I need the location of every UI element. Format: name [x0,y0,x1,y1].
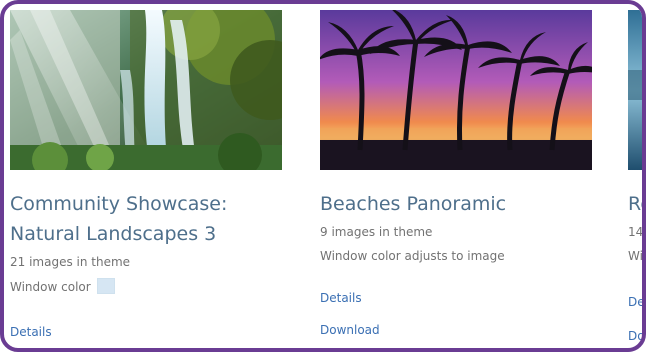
theme-image-count: 14 i [628,225,644,239]
beach-sunset-image [320,10,592,170]
lake-image [628,10,642,170]
theme-image-count: 21 images in theme [10,255,131,269]
theme-card-partial[interactable]: Re 14 i Wi Det Do [624,4,644,348]
waterfall-image [10,10,282,170]
theme-window-color: Window color [10,278,115,295]
details-link[interactable]: Det [628,294,642,310]
details-link[interactable]: Details [320,290,362,306]
download-link[interactable]: Do [628,328,642,344]
theme-title: Beaches Panoramic [320,193,507,215]
theme-window-color: Wi [628,249,643,263]
theme-thumbnail-waterfall[interactable] [10,10,282,170]
window-color-swatch [96,278,115,294]
theme-card-natural-landscapes[interactable]: Community Showcase: Natural Landscapes 3… [4,4,304,348]
themes-panel: Community Showcase: Natural Landscapes 3… [0,0,646,352]
theme-thumbnail-beach[interactable] [320,10,592,170]
theme-title: Re [628,193,642,215]
theme-thumbnail-partial[interactable] [628,10,642,170]
details-link[interactable]: Details [10,324,52,340]
download-link[interactable]: Download [320,322,380,338]
theme-card-beaches-panoramic[interactable]: Beaches Panoramic 9 images in theme Wind… [316,4,606,348]
theme-title: Community Showcase: [10,193,228,215]
theme-title-line2: Natural Landscapes 3 [10,223,217,245]
window-color-label: Window color [10,280,91,294]
theme-window-color: Window color adjusts to image [320,249,505,263]
theme-image-count: 9 images in theme [320,225,433,239]
